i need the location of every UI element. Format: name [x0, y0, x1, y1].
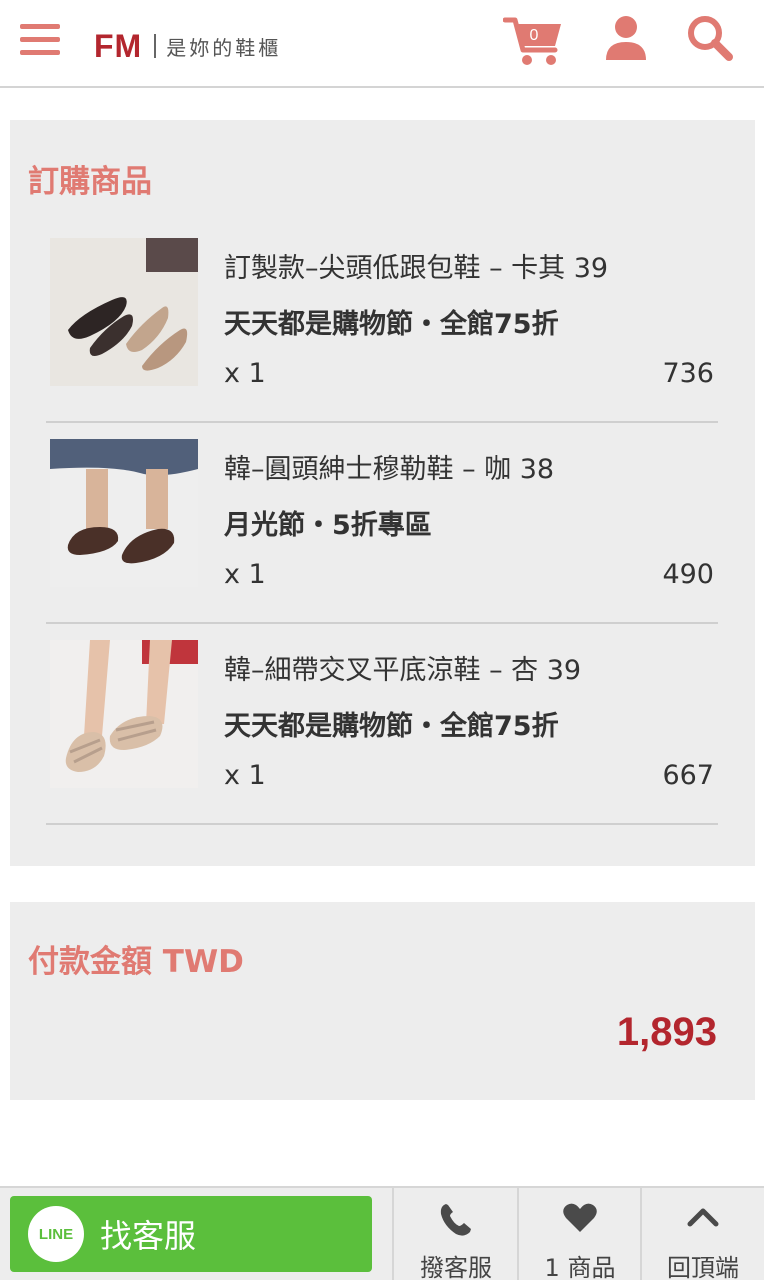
- menu-icon[interactable]: [20, 24, 60, 58]
- payment-panel: 付款金額 TWD 1,893: [10, 902, 755, 1100]
- user-icon[interactable]: [604, 14, 648, 62]
- favorites-label: 1 商品: [544, 1254, 616, 1280]
- brand-name: FM: [94, 27, 143, 64]
- top-header: FM 是妳的鞋櫃 0: [0, 0, 764, 88]
- line-support-label: 找客服: [100, 1217, 197, 1255]
- order-item[interactable]: 韓–圓頭紳士穆勒鞋 – 咖 38 月光節・5折專區 x 1 490: [46, 423, 718, 624]
- phone-icon: [438, 1202, 474, 1242]
- cart-count-badge: 0: [529, 27, 539, 44]
- call-support-label: 撥客服: [420, 1254, 492, 1280]
- order-items-panel: 訂購商品 訂製款–尖頭低跟包鞋 – 卡其 39 天天都是購物節・全館75折 x …: [10, 120, 755, 866]
- product-quantity: x 1: [224, 358, 266, 389]
- order-items-title: 訂購商品: [28, 164, 152, 200]
- call-support-button[interactable]: 撥客服: [392, 1188, 518, 1280]
- back-to-top-label: 回頂端: [667, 1254, 739, 1280]
- bottom-action-bar: LINE 找客服 撥客服 1 商品 回頂端: [0, 1186, 764, 1280]
- payment-title: 付款金額 TWD: [28, 944, 244, 980]
- brand-tagline: 是妳的鞋櫃: [166, 35, 282, 60]
- search-icon[interactable]: [686, 14, 734, 62]
- product-promotion: 天天都是購物節・全館75折: [224, 309, 559, 340]
- product-name[interactable]: 訂製款–尖頭低跟包鞋 – 卡其 39: [224, 246, 608, 285]
- product-promotion: 月光節・5折專區: [224, 510, 432, 541]
- product-thumbnail[interactable]: [50, 640, 198, 788]
- heart-icon: [562, 1202, 598, 1238]
- product-thumbnail[interactable]: [50, 238, 198, 386]
- line-badge-text: LINE: [38, 1225, 74, 1243]
- product-price: 490: [662, 559, 714, 590]
- product-promotion: 天天都是購物節・全館75折: [224, 711, 559, 742]
- cart-icon[interactable]: 0: [502, 14, 565, 68]
- product-thumbnail[interactable]: [50, 439, 198, 587]
- product-price: 736: [662, 358, 714, 389]
- brand-divider: [154, 34, 157, 58]
- favorites-button[interactable]: 1 商品: [517, 1188, 641, 1280]
- line-support-button[interactable]: LINE 找客服: [10, 1196, 372, 1272]
- back-to-top-button[interactable]: 回頂端: [640, 1188, 764, 1280]
- product-name[interactable]: 韓–圓頭紳士穆勒鞋 – 咖 38: [224, 447, 554, 486]
- product-quantity: x 1: [224, 760, 266, 791]
- chevron-up-icon: [686, 1202, 720, 1236]
- order-item[interactable]: 訂製款–尖頭低跟包鞋 – 卡其 39 天天都是購物節・全館75折 x 1 736: [46, 222, 718, 423]
- line-icon: LINE: [28, 1206, 84, 1262]
- order-item[interactable]: 韓–細帶交叉平底涼鞋 – 杏 39 天天都是購物節・全館75折 x 1 667: [46, 624, 718, 825]
- product-price: 667: [662, 760, 714, 791]
- site-logo[interactable]: FM 是妳的鞋櫃: [94, 26, 281, 66]
- payment-total: 1,893: [616, 1010, 717, 1054]
- product-quantity: x 1: [224, 559, 266, 590]
- order-summary-page: FM 是妳的鞋櫃 0 訂購商品 訂製款–尖頭低跟包鞋 – 卡其 39 天天都是購…: [0, 0, 764, 1280]
- product-name[interactable]: 韓–細帶交叉平底涼鞋 – 杏 39: [224, 648, 581, 687]
